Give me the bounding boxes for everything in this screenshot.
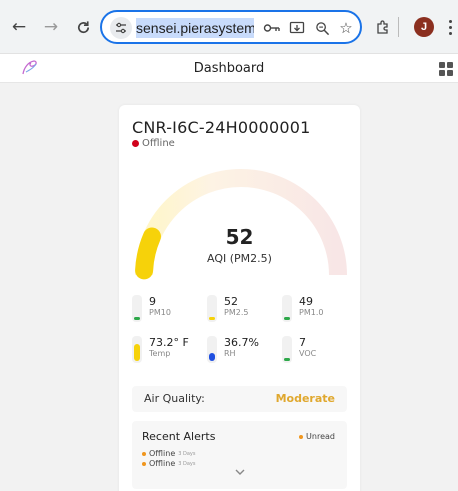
alerts-title: Recent Alerts xyxy=(142,430,216,443)
metric-pm25: 52 PM2.5 xyxy=(207,293,277,323)
forward-arrow-icon[interactable]: → xyxy=(40,16,62,38)
app-header: Dashboard xyxy=(0,54,458,83)
recent-alerts-panel: Recent Alerts Unread Offline 3 Days Offl… xyxy=(132,421,347,489)
alert-text: Offline xyxy=(149,459,176,468)
toolbar-divider xyxy=(398,17,399,37)
browser-menu-icon[interactable] xyxy=(444,17,456,37)
aqi-value: 52 xyxy=(225,225,254,249)
metric-bar-fill xyxy=(209,317,215,320)
metric-label: Temp xyxy=(149,349,171,358)
device-status: Offline xyxy=(132,138,175,149)
alert-text: Offline xyxy=(149,449,176,458)
alert-dot-icon xyxy=(142,451,146,456)
extensions-icon[interactable] xyxy=(372,16,394,38)
reload-icon[interactable] xyxy=(72,16,94,38)
metric-label: PM1.0 xyxy=(299,308,324,317)
url-text[interactable]: sensei.pierasystems.com/ xyxy=(136,18,254,38)
metric-bar xyxy=(132,336,142,363)
alert-item[interactable]: Offline 3 Days xyxy=(142,449,196,458)
metric-value: 7 xyxy=(299,336,306,349)
metric-label: PM10 xyxy=(149,308,171,317)
metric-bar-fill xyxy=(134,344,140,361)
device-name: CNR-I6C-24H0000001 xyxy=(132,118,311,137)
alert-dot-icon xyxy=(142,461,146,466)
metric-rh: 36.7% RH xyxy=(207,334,277,364)
browser-toolbar: ← → sensei.pierasystems.com/ ☆ J xyxy=(0,0,458,54)
metric-bar-fill xyxy=(284,358,290,361)
metric-label: PM2.5 xyxy=(224,308,249,317)
metric-bar xyxy=(207,295,217,322)
metric-pm1: 49 PM1.0 xyxy=(282,293,352,323)
alert-age: 3 Days xyxy=(178,450,196,457)
apps-grid-icon[interactable] xyxy=(439,62,453,76)
metric-temp: 73.2° F Temp xyxy=(132,334,202,364)
metric-label: RH xyxy=(224,349,236,358)
install-app-icon[interactable] xyxy=(287,18,307,38)
device-card: CNR-I6C-24H0000001 Offline 52 AQI (PM2.5… xyxy=(119,105,360,491)
bookmark-star-icon[interactable]: ☆ xyxy=(336,18,356,38)
metric-label: VOC xyxy=(299,349,317,358)
unread-dot-icon xyxy=(299,434,304,439)
password-key-icon[interactable] xyxy=(262,18,282,38)
metric-bar xyxy=(207,336,217,363)
metric-voc: 7 VOC xyxy=(282,334,352,364)
air-quality-row: Air Quality: Moderate xyxy=(132,386,347,412)
air-quality-value: Moderate xyxy=(275,392,335,405)
page-title: Dashboard xyxy=(193,61,265,76)
metric-pm10: 9 PM10 xyxy=(132,293,202,323)
metric-value: 36.7% xyxy=(224,336,259,349)
metric-bar xyxy=(282,336,292,363)
status-text: Offline xyxy=(142,138,175,149)
metric-value: 9 xyxy=(149,295,156,308)
site-info-icon[interactable] xyxy=(110,17,132,39)
metric-bar-fill xyxy=(134,317,140,320)
metric-bar-fill xyxy=(209,353,215,361)
address-bar[interactable]: sensei.pierasystems.com/ ☆ xyxy=(100,10,362,44)
alert-item[interactable]: Offline 3 Days xyxy=(142,459,196,468)
back-arrow-icon[interactable]: ← xyxy=(8,16,30,38)
unread-indicator: Unread xyxy=(299,432,335,441)
metric-value: 49 xyxy=(299,295,313,308)
aqi-label: AQI (PM2.5) xyxy=(207,252,272,265)
air-quality-label: Air Quality: xyxy=(144,392,205,405)
metric-value: 73.2° F xyxy=(149,336,189,349)
zoom-icon[interactable] xyxy=(312,18,332,38)
metric-bar xyxy=(132,295,142,322)
metric-value: 52 xyxy=(224,295,238,308)
metric-bar xyxy=(282,295,292,322)
alert-age: 3 Days xyxy=(178,460,196,467)
metric-bar-fill xyxy=(284,317,290,320)
unread-label: Unread xyxy=(306,432,335,441)
url-container: sensei.pierasystems.com/ xyxy=(136,18,254,38)
profile-avatar[interactable]: J xyxy=(414,17,434,37)
chevron-down-icon[interactable] xyxy=(234,467,246,477)
status-dot-icon xyxy=(132,140,139,147)
